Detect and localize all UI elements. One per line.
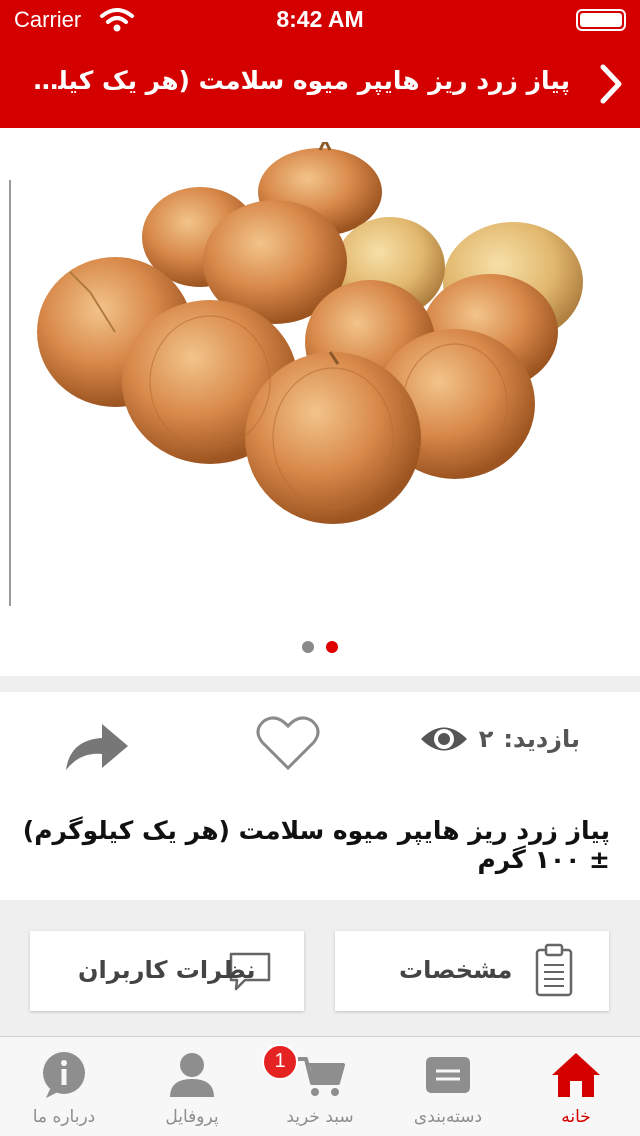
info-icon	[43, 1052, 85, 1098]
tab-bar: خانه دسته‌بندی سبد خرید پروفا	[0, 1036, 640, 1136]
tab-home[interactable]: خانه	[512, 1037, 640, 1136]
page-title: پیاز زرد ریز هایپر میوه سلامت (هر یک کیل…	[25, 66, 570, 95]
product-image-gallery[interactable]	[0, 128, 640, 676]
tab-category[interactable]: دسته‌بندی	[384, 1037, 512, 1136]
tab-category-label: دسته‌بندی	[413, 1107, 483, 1127]
views-count: ۲	[478, 725, 494, 753]
product-image	[37, 142, 583, 524]
page-dot-2[interactable]	[326, 641, 338, 653]
specs-label: مشخصات	[399, 956, 513, 984]
comments-button[interactable]: نظرات کاربران	[30, 931, 304, 1011]
comments-label: نظرات کاربران	[78, 956, 256, 984]
navigation-bar: پیاز زرد ریز هایپر میوه سلامت (هر یک کیل…	[0, 40, 640, 128]
tab-profile-label: پروفایل	[165, 1107, 219, 1127]
tab-home-label: خانه	[561, 1107, 591, 1127]
product-screen: Carrier 8:42 AM پیاز زرد ریز هایپر میوه …	[0, 0, 640, 1136]
product-info: بازدید: ۲ پیاز زرد ریز هایپر میوه سلامت …	[0, 692, 640, 900]
onion-group	[37, 142, 583, 524]
category-icon	[426, 1057, 470, 1093]
battery-icon	[576, 9, 626, 31]
tab-profile[interactable]: پروفایل	[128, 1037, 256, 1136]
tab-about-label: درباره ما	[32, 1107, 96, 1127]
page-indicator[interactable]	[0, 638, 640, 657]
views-label: بازدید:	[503, 725, 580, 753]
gallery-divider	[9, 180, 11, 606]
heart-icon[interactable]	[255, 714, 321, 772]
tab-cart-label: سبد خرید	[286, 1107, 354, 1127]
tab-about[interactable]: درباره ما	[0, 1037, 128, 1136]
product-title: پیاز زرد ریز هایپر میوه سلامت (هر یک کیل…	[22, 816, 610, 874]
home-icon	[552, 1053, 600, 1097]
status-time: 8:42 AM	[276, 6, 364, 32]
cart-badge: 1	[262, 1044, 298, 1080]
status-bar: Carrier 8:42 AM	[0, 0, 640, 40]
views-counter: بازدید: ۲	[419, 722, 580, 756]
profile-icon	[170, 1053, 214, 1097]
cart-icon	[298, 1057, 345, 1096]
page-dot-1[interactable]	[302, 641, 314, 653]
specs-button[interactable]: مشخصات	[335, 931, 609, 1011]
share-icon[interactable]	[62, 716, 130, 772]
eye-icon	[420, 727, 467, 751]
clipboard-icon	[535, 943, 573, 997]
chevron-right-icon[interactable]	[596, 62, 626, 106]
